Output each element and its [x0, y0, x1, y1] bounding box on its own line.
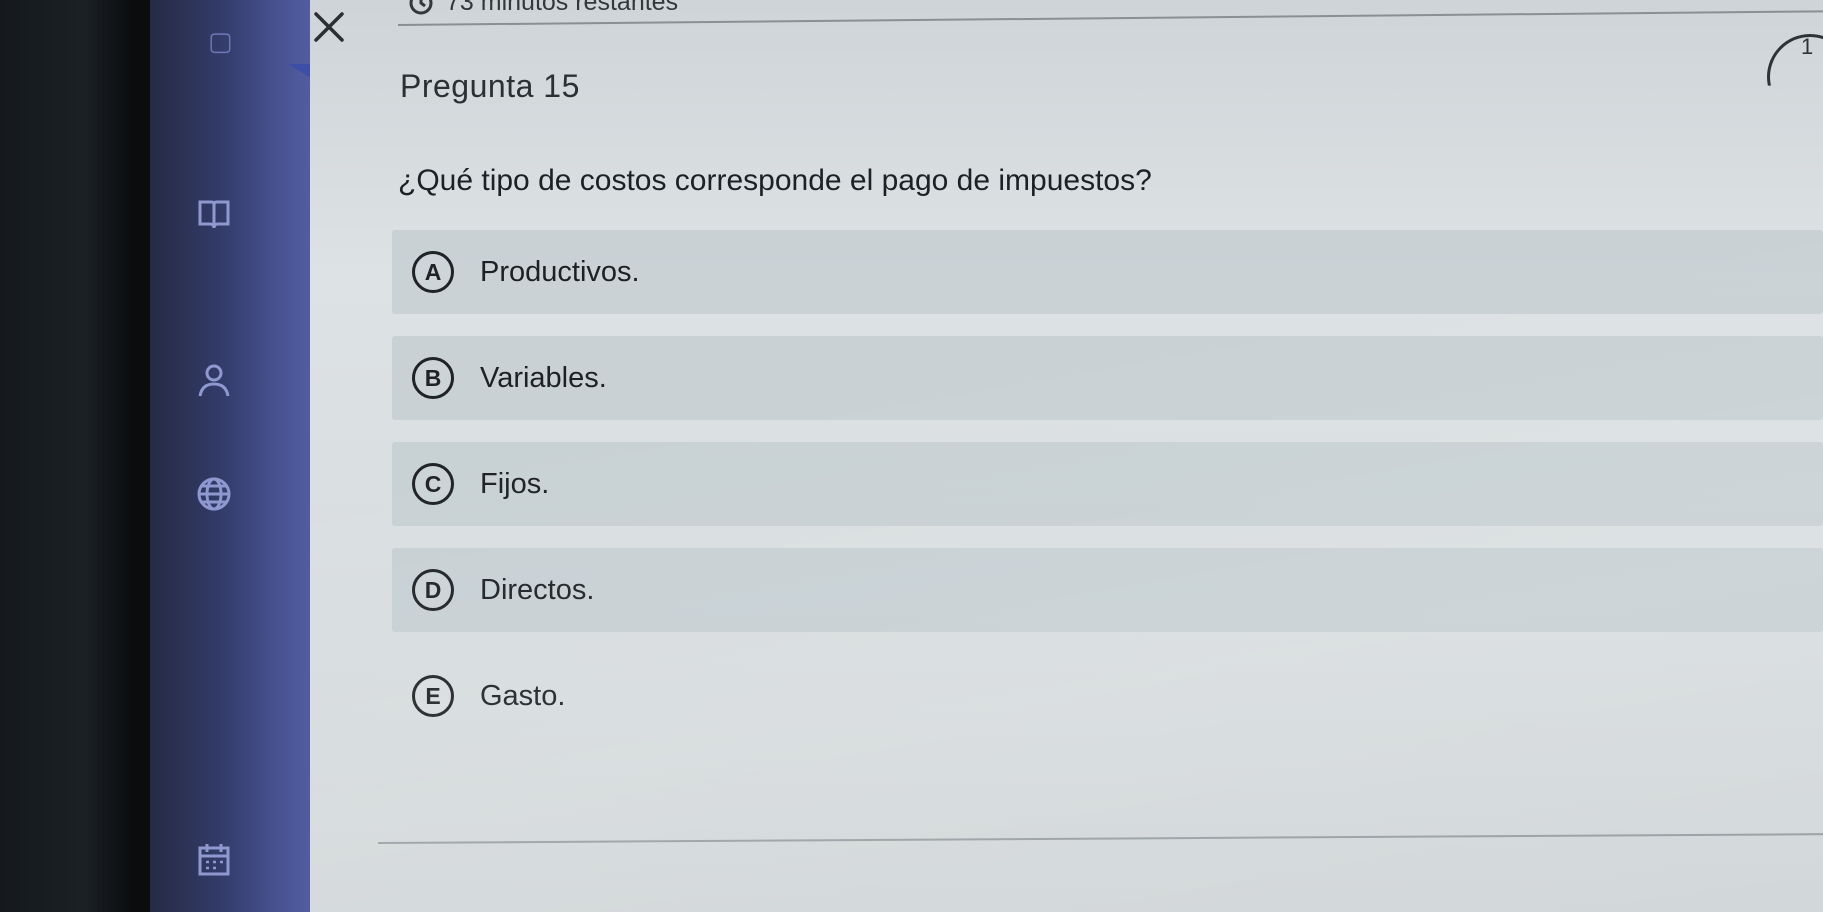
answer-option-b[interactable]: B Variables. [392, 336, 1823, 420]
answer-option-a[interactable]: A Productivos. [392, 230, 1823, 314]
question-counter-value: 1 [1801, 34, 1814, 59]
option-letter: C [412, 463, 454, 505]
side-navigation-rail [150, 0, 330, 912]
answer-options: A Productivos. B Variables. C Fijos. D D… [392, 230, 1823, 760]
option-label: Productivos. [480, 255, 640, 288]
question-progress-indicator: 1 [1761, 34, 1823, 90]
clock-icon [409, 0, 433, 14]
question-title: Pregunta 15 [400, 68, 580, 104]
option-label: Variables. [480, 361, 607, 394]
person-icon[interactable] [190, 356, 238, 404]
rail-badge-icon: ▢ [208, 26, 233, 56]
option-letter: A [412, 251, 454, 293]
option-letter: E [412, 675, 454, 717]
book-icon[interactable] [190, 190, 238, 238]
option-letter: B [412, 357, 454, 399]
option-letter: D [412, 569, 454, 611]
answer-option-d[interactable]: D Directos. [392, 548, 1823, 632]
globe-icon[interactable] [190, 470, 238, 518]
timer-text: 73 minutos restantes [446, 0, 679, 16]
answer-option-e[interactable]: E Gasto. [392, 654, 1823, 738]
option-label: Directos. [480, 573, 595, 606]
time-remaining: 73 minutos restantes [408, 0, 678, 17]
option-label: Fijos. [480, 467, 550, 500]
answer-option-c[interactable]: C Fijos. [392, 442, 1823, 526]
option-label: Gasto. [480, 679, 566, 712]
calendar-icon[interactable] [190, 836, 238, 884]
close-icon[interactable] [306, 4, 352, 50]
question-text: ¿Qué tipo de costos corresponde el pago … [398, 164, 1152, 197]
screen: ▢ 73 minutos restantes 1 Pregunta 15 ¿Qu… [0, 0, 1823, 912]
